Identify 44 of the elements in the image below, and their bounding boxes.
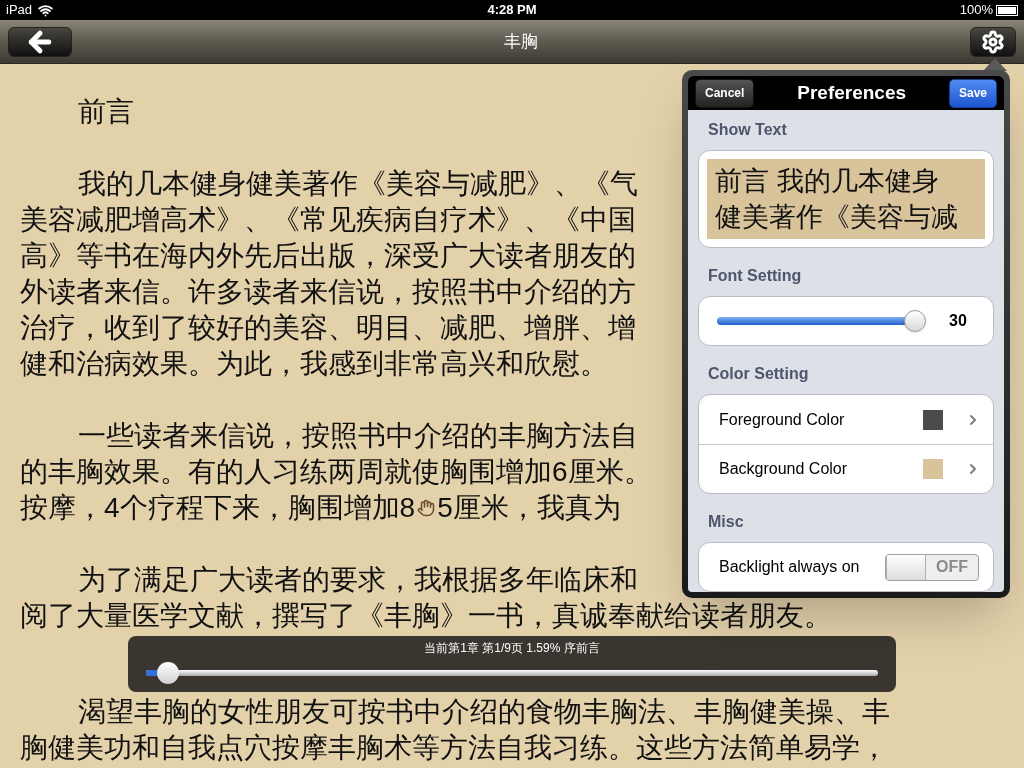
color-setting-row[interactable]: Background Color [699, 444, 993, 493]
battery-icon [996, 4, 1018, 16]
book-text-line: 胸健美功和自我点穴按摩丰胸术等方法自我习练。这些方法简单易学， [20, 731, 888, 765]
battery-percentage: 100% [959, 1, 993, 20]
settings-icon [981, 29, 1005, 54]
color-setting-label: Foreground Color [719, 409, 846, 430]
book-text-line: 5厘米，我真为 [437, 491, 621, 525]
popover-title: Preferences [797, 80, 907, 105]
book-text-line: 的丰胸效果。有的人习练两周就使胸围增加6厘米。 [20, 455, 652, 489]
book-title: 丰胸 [504, 30, 538, 53]
settings-button[interactable] [970, 26, 1016, 57]
save-button[interactable]: Save [948, 78, 997, 108]
preview-text: 前言 我的几本健身 [715, 165, 940, 198]
book-text-line: 治疗，收到了较好的美容、明目、减肥、增胖、增 [20, 311, 636, 345]
section-header: Font Setting [707, 266, 803, 286]
book-text-line: 我的几本健身健美著作《美容与减肥》、《气 [78, 167, 638, 201]
device-name: iPad [6, 1, 33, 20]
book-text-line: 外读者来信。许多读者来信说，按照书中介绍的方 [20, 275, 636, 309]
book-text-line: 高》等书在海内外先后出版，深受广大读者朋友的 [20, 239, 636, 273]
font-size-slider[interactable] [717, 309, 925, 333]
page-slider[interactable] [146, 661, 878, 685]
book-text-line: 渴望丰胸的女性朋友可按书中介绍的食物丰胸法、丰胸健美操、丰 [78, 695, 890, 729]
section-header: Color Setting [707, 364, 810, 384]
book-text-line: 阅了大量医学文献，撰写了《丰胸》一书，真诚奉献给读者朋友。 [20, 599, 832, 633]
book-text-line: 按摩，4个疗程下来，胸围增加8 [20, 491, 416, 525]
back-button[interactable] [8, 26, 72, 57]
book-text-line: 为了满足广大读者的要求，我根据多年临床和 [78, 563, 638, 597]
font-size-value: 30 [949, 311, 968, 331]
reading-position-text: 当前第1章 第1/9页 1.59% 序前言 [424, 640, 600, 657]
book-text-line: 一些读者来信说，按照书中介绍的丰胸方法自 [78, 419, 638, 453]
book-text-line: 健和治病效果。为此，我感到非常高兴和欣慰。 [20, 347, 608, 381]
clock-time: 4:28 PM [487, 1, 537, 20]
wifi-icon [38, 2, 54, 18]
preview-text: 健美著作《美容与减 [715, 201, 959, 234]
cancel-button[interactable]: Cancel [695, 78, 755, 108]
hand-cursor-icon [417, 499, 436, 517]
book-text-line: 美容减肥增高术》、《常见疾病自疗术》、《中国 [20, 203, 636, 237]
color-setting-row[interactable]: Foreground Color [699, 395, 993, 444]
section-header: Misc [707, 512, 745, 532]
backlight-label: Backlight always on [719, 557, 861, 577]
color-setting-label: Background Color [719, 459, 849, 479]
switch-state-text: OFF [935, 557, 969, 577]
section-header: Show Text [707, 120, 788, 140]
book-text-line: 前言 [78, 95, 134, 129]
